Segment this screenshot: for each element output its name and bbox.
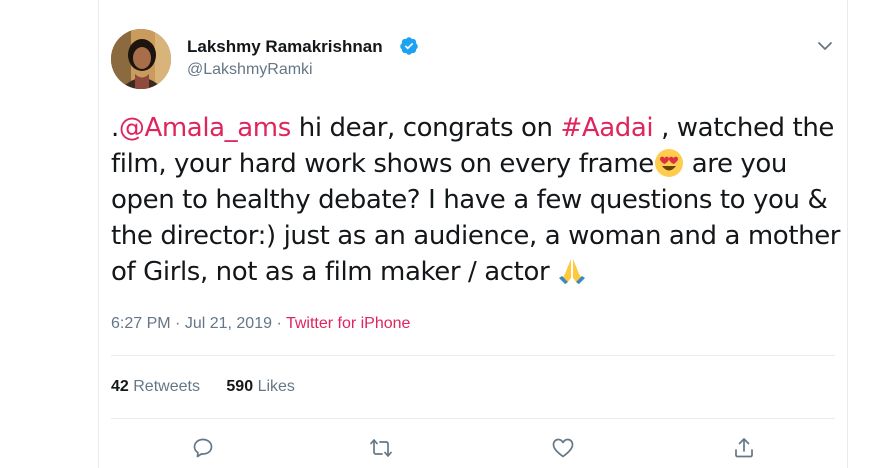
text-dot: . <box>111 113 119 143</box>
tweet-meta: 6:27 PM · Jul 21, 2019 · Twitter for iPh… <box>111 315 410 333</box>
reply-icon[interactable] <box>191 436 215 460</box>
tweet-text: .@Amala_ams hi dear, congrats on #Aadai … <box>111 110 841 290</box>
meta-separator-2: · <box>272 315 286 332</box>
retweet-icon[interactable] <box>369 436 393 460</box>
retweets-stat[interactable]: 42 Retweets <box>111 378 200 395</box>
divider <box>111 418 835 419</box>
tweet-time[interactable]: 6:27 PM <box>111 315 171 332</box>
page: Lakshmy Ramakrishnan @LakshmyRamki .@Ama… <box>0 0 870 468</box>
mention-link[interactable]: @Amala_ams <box>119 113 291 143</box>
heart-icon[interactable] <box>551 436 575 460</box>
hashtag-link[interactable]: #Aadai <box>560 113 653 143</box>
likes-stat[interactable]: 590 Likes <box>226 378 295 395</box>
text-segment-1: hi dear, congrats on <box>290 113 561 143</box>
share-icon[interactable] <box>732 436 756 460</box>
heart-eyes-emoji-icon <box>654 149 683 177</box>
tweet-source[interactable]: Twitter for iPhone <box>286 315 411 332</box>
tweet-stats: 42 Retweets 590 Likes <box>111 378 317 396</box>
retweets-label: Retweets <box>133 378 200 395</box>
avatar[interactable] <box>111 29 171 89</box>
likes-count: 590 <box>226 378 254 395</box>
retweets-count: 42 <box>111 378 129 395</box>
divider <box>111 355 835 356</box>
tweet-card: Lakshmy Ramakrishnan @LakshmyRamki .@Ama… <box>98 0 848 468</box>
handle[interactable]: @LakshmyRamki <box>187 61 313 79</box>
likes-label: Likes <box>257 378 295 395</box>
tweet-date[interactable]: Jul 21, 2019 <box>185 315 272 332</box>
meta-separator: · <box>170 315 185 332</box>
chevron-down-icon[interactable] <box>815 36 835 56</box>
display-name[interactable]: Lakshmy Ramakrishnan <box>187 37 383 57</box>
verified-badge-icon <box>400 37 418 55</box>
folded-hands-emoji-icon <box>559 259 586 284</box>
